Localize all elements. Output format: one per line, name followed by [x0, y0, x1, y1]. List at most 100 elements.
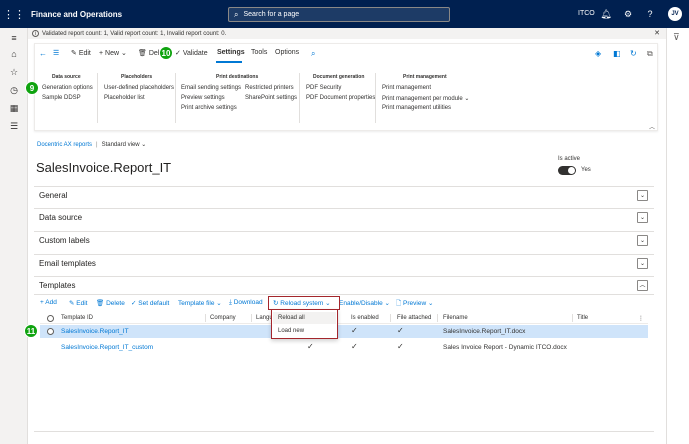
tab-settings[interactable]: Settings	[217, 49, 245, 56]
file-attached-check-icon: ✓	[397, 342, 404, 351]
help-icon[interactable]: ?	[644, 8, 656, 20]
breadcrumb-separator: |	[96, 142, 98, 148]
office-icon[interactable]: ◧	[613, 49, 621, 58]
view-label: Standard view	[101, 142, 140, 148]
fasttab-data-source[interactable]: Data source ⌄	[34, 208, 654, 226]
star-icon[interactable]: ☆	[8, 66, 20, 78]
view-selector[interactable]: Standard view ⌄	[102, 142, 147, 148]
nav-rail: ≡ ⌂ ☆ ◷ ▦ ☰	[0, 28, 28, 444]
callout-badge-9: 9	[25, 81, 39, 95]
group-print-management-title: Print management	[403, 74, 447, 80]
table-row[interactable]: SalesInvoice.Report_IT ✓ ✓ SalesInvoice.…	[40, 325, 652, 338]
add-button[interactable]: + Add	[40, 299, 57, 306]
new-button[interactable]: + New ⌄	[99, 49, 127, 57]
pdf-document-properties-button[interactable]: PDF Document properties	[306, 95, 375, 101]
row-select-radio[interactable]	[47, 328, 54, 335]
is-active-value: Yes	[581, 167, 591, 173]
sharepoint-settings-button[interactable]: SharePoint settings	[245, 95, 297, 101]
delete-button[interactable]: 🗑︎ Del	[138, 49, 159, 57]
col-template-id[interactable]: Template ID	[61, 315, 93, 321]
tab-options[interactable]: Options	[275, 49, 299, 56]
print-management-button[interactable]: Print management	[382, 85, 431, 91]
clock-icon[interactable]: ◷	[8, 84, 20, 96]
avatar[interactable]: JV	[668, 7, 682, 21]
enable-disable-button[interactable]: Enable/Disable ⌄	[339, 299, 390, 307]
refresh-icon[interactable]: ↻	[630, 49, 637, 58]
bell-icon[interactable]: 🔔︎	[600, 8, 612, 20]
col-separator	[251, 314, 252, 322]
edit-template-button[interactable]: ✎ Edit	[69, 299, 87, 307]
info-icon: i	[32, 30, 39, 37]
print-management-per-module-button[interactable]: Print management per module ⌄	[382, 95, 469, 102]
group-divider	[97, 73, 98, 123]
is-active-toggle[interactable]	[558, 166, 576, 175]
delete-template-button[interactable]: 🗑︎ Delete	[96, 299, 125, 307]
operations-icon[interactable]: ☰	[53, 49, 59, 57]
collapse-action-pane-icon[interactable]: ︿	[649, 122, 655, 131]
preview-settings-button[interactable]: Preview settings	[181, 95, 225, 101]
placeholder-list-button[interactable]: Placeholder list	[104, 95, 145, 101]
menu-item-reload-all[interactable]: Reload all	[273, 312, 336, 324]
hamburger-icon[interactable]: ≡	[8, 32, 20, 44]
chevron-down-icon[interactable]: ⌄	[637, 190, 648, 201]
fasttab-custom-labels[interactable]: Custom labels ⌄	[34, 231, 654, 249]
generation-options-button[interactable]: Generation options	[42, 85, 93, 91]
set-default-label: Set default	[138, 300, 170, 307]
col-filename[interactable]: Filename	[443, 315, 468, 321]
pdf-security-button[interactable]: PDF Security	[306, 85, 341, 91]
col-file-attached[interactable]: File attached	[397, 315, 431, 321]
col-company[interactable]: Company	[210, 315, 236, 321]
print-archive-settings-button[interactable]: Print archive settings	[181, 105, 237, 111]
back-icon[interactable]: ←	[39, 49, 47, 58]
fasttab-email-templates[interactable]: Email templates ⌄	[34, 254, 654, 272]
fasttab-data-source-label: Data source	[39, 213, 83, 222]
validate-button[interactable]: ✓ Validate	[175, 49, 208, 57]
chevron-down-icon[interactable]: ⌄	[637, 235, 648, 246]
close-icon[interactable]: ✕	[654, 29, 660, 37]
template-file-button[interactable]: Template file ⌄	[178, 299, 222, 307]
preview-button[interactable]: 🗋︎ Preview ⌄	[396, 299, 433, 310]
action-pane-bar: ← ☰ ✎ Edit + New ⌄ 🗑︎ Del ✓ Validate Set…	[35, 44, 657, 63]
sample-ddsp-button[interactable]: Sample DDSP	[42, 95, 81, 101]
workspaces-icon[interactable]: ▦	[8, 102, 20, 114]
diamond-icon[interactable]: ◈	[595, 49, 601, 58]
breadcrumb-link[interactable]: Docentric AX reports	[37, 142, 92, 148]
list-icon[interactable]: ☰	[8, 120, 20, 132]
template-id-cell[interactable]: SalesInvoice.Report_IT_custom	[61, 344, 153, 351]
menu-item-load-new[interactable]: Load new	[273, 325, 336, 337]
select-all-radio[interactable]	[47, 315, 54, 322]
app-launcher-icon[interactable]: ⋮⋮	[0, 0, 28, 28]
col-title[interactable]: Title	[577, 315, 588, 321]
chevron-down-icon: ⌄	[464, 96, 470, 102]
col-separator	[205, 314, 206, 322]
download-button[interactable]: ⤓ Download	[229, 299, 263, 307]
home-icon[interactable]: ⌂	[8, 48, 20, 60]
search-icon[interactable]: ⌕	[311, 49, 315, 59]
set-default-button[interactable]: ✓ Set default	[131, 299, 169, 307]
search-box[interactable]: ⌕ Search for a page	[228, 7, 450, 22]
message-text: Validated report count: 1, Valid report …	[42, 30, 227, 37]
open-new-window-icon[interactable]: ⧉	[647, 49, 653, 59]
edit-label: Edit	[78, 50, 91, 57]
chevron-down-icon[interactable]: ⌄	[637, 212, 648, 223]
user-defined-placeholders-button[interactable]: User-defined placeholders	[104, 85, 174, 91]
fasttab-general[interactable]: General ⌄	[34, 186, 654, 204]
toggle-knob	[568, 167, 575, 174]
edit-button[interactable]: ✎ Edit	[71, 49, 91, 57]
app-title[interactable]: Finance and Operations	[31, 10, 122, 19]
table-row[interactable]: SalesInvoice.Report_IT_custom ✓ ✓ ✓ Sale…	[40, 341, 652, 354]
col-is-enabled[interactable]: Is enabled	[351, 315, 379, 321]
action-pane: ← ☰ ✎ Edit + New ⌄ 🗑︎ Del ✓ Validate Set…	[34, 43, 658, 131]
restricted-printers-button[interactable]: Restricted printers	[245, 85, 294, 91]
print-management-utilities-button[interactable]: Print management utilities	[382, 105, 451, 111]
template-file-label: Template file	[178, 300, 215, 307]
grid-scrollbar[interactable]	[648, 312, 652, 430]
company-picker[interactable]: ITCO	[578, 10, 595, 17]
template-id-cell[interactable]: SalesInvoice.Report_IT	[61, 328, 129, 335]
gear-icon[interactable]: ⚙	[622, 8, 634, 20]
chevron-down-icon[interactable]: ⌄	[637, 258, 648, 269]
tab-tools[interactable]: Tools	[251, 49, 267, 56]
filter-icon[interactable]: ⊽	[673, 32, 680, 43]
column-options-icon[interactable]: ⋮	[638, 315, 644, 322]
email-sending-settings-button[interactable]: Email sending settings	[181, 85, 241, 91]
